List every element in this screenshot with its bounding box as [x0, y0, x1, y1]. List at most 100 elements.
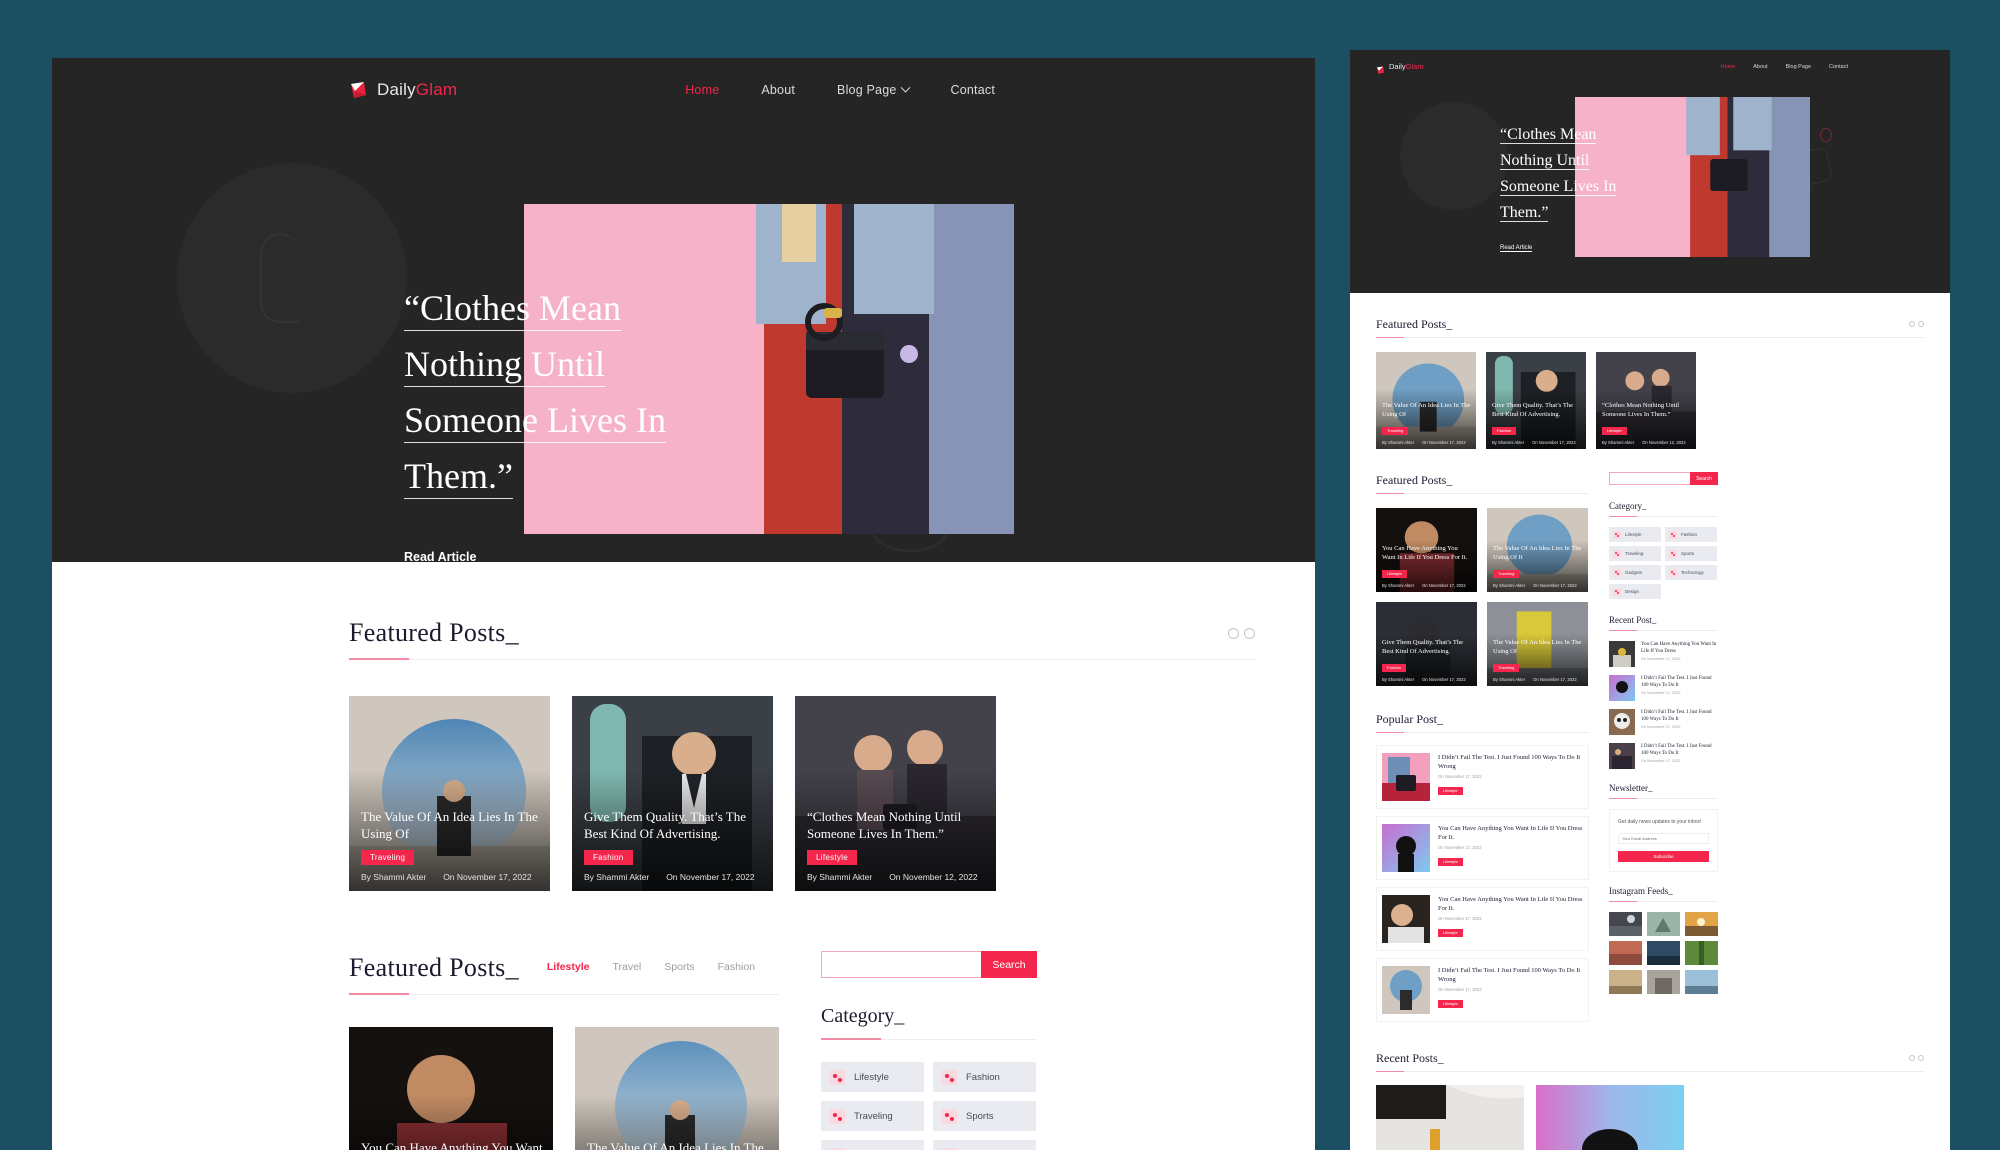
- instagram-thumb[interactable]: [1609, 941, 1642, 965]
- post-card[interactable]: The Value Of An Idea Lies In The Using O…: [349, 696, 550, 891]
- card-meta: The Value Of An Idea Lies In The Using O…: [361, 808, 540, 882]
- mini-recent-post-card[interactable]: [1536, 1085, 1684, 1150]
- mini-popular-post-item[interactable]: I Didn’t Fail The Test. I Just Found 100…: [1376, 958, 1589, 1022]
- post-card[interactable]: “Clothes Mean Nothing Until Someone Live…: [795, 696, 996, 891]
- mini-category-item-sports[interactable]: Sports: [1665, 546, 1717, 561]
- nav-item-contact[interactable]: Contact: [951, 83, 995, 97]
- mini-card-tag[interactable]: Lifestyle: [1382, 569, 1407, 578]
- mini-recent-post-item[interactable]: You Can Have Anything You Want In Life I…: [1609, 641, 1718, 667]
- instagram-thumb[interactable]: [1647, 941, 1680, 965]
- nav-item-about[interactable]: About: [761, 83, 795, 97]
- mini-slider-next-icon[interactable]: [1918, 321, 1924, 327]
- nav-item-blog-page[interactable]: Blog Page: [837, 82, 910, 97]
- mini-nav-item-home[interactable]: Home: [1721, 64, 1736, 70]
- mini-brand-logo[interactable]: DailyGlam: [1376, 62, 1424, 75]
- mini-category-item-technology[interactable]: Technology: [1665, 565, 1717, 580]
- mini-search-input[interactable]: [1609, 472, 1690, 485]
- mini-slider-arrows[interactable]: [1909, 321, 1924, 327]
- slider-prev-icon[interactable]: [1228, 628, 1239, 639]
- mini-slider-prev-icon[interactable]: [1909, 321, 1915, 327]
- mini-card-tag[interactable]: Lifestyle: [1602, 426, 1627, 435]
- mini-post-tag[interactable]: Lifestyle: [1438, 786, 1463, 795]
- mini-post-card[interactable]: You Can Have Anything You Want In Life I…: [1376, 508, 1477, 592]
- mini-post-body: You Can Have Anything You Want In Life I…: [1438, 895, 1583, 939]
- instagram-thumb[interactable]: [1685, 912, 1718, 936]
- mini-recent-post-item[interactable]: I Didn’t Fail The Test. I Just Found 100…: [1609, 743, 1718, 769]
- post-card[interactable]: You Can Have Anything You Want In Life I…: [349, 1027, 553, 1150]
- filter-sports[interactable]: Sports: [664, 961, 694, 973]
- mini-card-author: By Shammi Akter: [1492, 440, 1525, 445]
- mini-nav-item-about[interactable]: About: [1753, 64, 1767, 70]
- category-item-traveling[interactable]: Traveling: [821, 1101, 924, 1131]
- mini-card-tag[interactable]: Traveling: [1493, 569, 1520, 578]
- mini-category-item-lifestyle[interactable]: Lifestyle: [1609, 527, 1661, 542]
- category-item-sports[interactable]: Sports: [933, 1101, 1036, 1131]
- mini-post-card[interactable]: The Value Of An Idea Lies In The Using O…: [1487, 508, 1588, 592]
- brand-logo[interactable]: DailyGlam: [349, 80, 457, 100]
- mini-nav-item-blog-page[interactable]: Blog Page: [1786, 64, 1811, 70]
- mini-category-item-fashion[interactable]: Fashion: [1665, 527, 1717, 542]
- post-card[interactable]: Give Them Quality. That’s The Best Kind …: [572, 696, 773, 891]
- mini-post-card[interactable]: Give Them Quality. That’s The Best Kind …: [1486, 352, 1586, 449]
- mini-post-tag[interactable]: Lifestyle: [1438, 928, 1463, 937]
- mini-card-tag[interactable]: Traveling: [1382, 426, 1409, 435]
- mini-recent-post-item[interactable]: I Didn’t Fail The Test. I Just Found 100…: [1609, 675, 1718, 701]
- card-tag[interactable]: Fashion: [584, 850, 633, 865]
- mini-card-tag[interactable]: Traveling: [1493, 663, 1520, 672]
- mini-category-item-design[interactable]: Design: [1609, 584, 1661, 599]
- mini-popular-post-item[interactable]: You Can Have Anything You Want In Life I…: [1376, 816, 1589, 880]
- nav-item-home[interactable]: Home: [685, 83, 719, 97]
- slider-arrows[interactable]: [1228, 628, 1255, 639]
- instagram-thumb[interactable]: [1685, 941, 1718, 965]
- mini-recent-post-card[interactable]: [1376, 1085, 1524, 1150]
- instagram-thumb[interactable]: [1609, 970, 1642, 994]
- category-label: Sports: [966, 1110, 994, 1122]
- category-item-gadgets[interactable]: Gadgets: [821, 1140, 924, 1150]
- slider-next-icon[interactable]: [1244, 628, 1255, 639]
- mini-card-tag[interactable]: Fashion: [1382, 663, 1407, 672]
- card-tag[interactable]: Lifestyle: [807, 850, 858, 865]
- mini-post-tag[interactable]: Lifestyle: [1438, 999, 1463, 1008]
- category-item-fashion[interactable]: Fashion: [933, 1062, 1036, 1092]
- mini-recent-body: You Can Have Anything You Want In Life I…: [1641, 641, 1718, 661]
- search-button[interactable]: Search: [981, 951, 1037, 978]
- category-item-lifestyle[interactable]: Lifestyle: [821, 1062, 924, 1092]
- mini-post-card[interactable]: The Value Of An Idea Lies In The Using O…: [1487, 602, 1588, 686]
- filter-lifestyle[interactable]: Lifestyle: [547, 961, 590, 973]
- instagram-thumb[interactable]: [1647, 970, 1680, 994]
- mini-read-article-link[interactable]: Read Article: [1500, 245, 1533, 252]
- mini-card-tag[interactable]: Fashion: [1492, 426, 1517, 435]
- mini-card-title: The Value Of An Idea Lies In The Using O…: [1382, 402, 1471, 418]
- instagram-thumb[interactable]: [1609, 912, 1642, 936]
- search-input[interactable]: [821, 951, 981, 978]
- mini-recent-body: I Didn’t Fail The Test. I Just Found 100…: [1641, 743, 1718, 763]
- card-title: You Can Have Anything You Want In Life I…: [361, 1140, 543, 1150]
- mini-recent-posts-arrows[interactable]: [1909, 1055, 1924, 1061]
- mini-card-title: The Value Of An Idea Lies In The Using O…: [1493, 545, 1582, 561]
- category-icon: [1613, 568, 1621, 577]
- mini-recent-post-item[interactable]: I Didn’t Fail The Test. I Just Found 100…: [1609, 709, 1718, 735]
- mini-post-card[interactable]: “Clothes Mean Nothing Until Someone Live…: [1596, 352, 1696, 449]
- mini-popular-post-item[interactable]: I Didn’t Fail The Test. I Just Found 100…: [1376, 745, 1589, 809]
- mini-newsletter-email-input[interactable]: [1618, 833, 1709, 844]
- mini-popular-post-item[interactable]: You Can Have Anything You Want In Life I…: [1376, 887, 1589, 951]
- mini-recent-thumbnail: [1609, 675, 1635, 701]
- mini-nav-item-contact[interactable]: Contact: [1829, 64, 1848, 70]
- mini-post-card[interactable]: Give Them Quality. That’s The Best Kind …: [1376, 602, 1477, 686]
- instagram-thumb[interactable]: [1647, 912, 1680, 936]
- mini-search-button[interactable]: Search: [1690, 472, 1718, 485]
- mini-category-item-traveling[interactable]: Traveling: [1609, 546, 1661, 561]
- mini-recent-next-icon[interactable]: [1918, 1055, 1924, 1061]
- read-article-link[interactable]: Read Article: [404, 550, 476, 562]
- post-card[interactable]: The Value Of An Idea Lies In The Using O…: [575, 1027, 779, 1150]
- category-item-technology[interactable]: Technology: [933, 1140, 1036, 1150]
- mini-newsletter-subscribe-button[interactable]: Subscribe: [1618, 851, 1709, 862]
- filter-travel[interactable]: Travel: [612, 961, 641, 973]
- mini-category-item-gadgets[interactable]: Gadgets: [1609, 565, 1661, 580]
- mini-post-card[interactable]: The Value Of An Idea Lies In The Using O…: [1376, 352, 1476, 449]
- mini-recent-prev-icon[interactable]: [1909, 1055, 1915, 1061]
- mini-post-tag[interactable]: Lifestyle: [1438, 857, 1463, 866]
- filter-fashion[interactable]: Fashion: [718, 961, 755, 973]
- card-tag[interactable]: Traveling: [361, 850, 415, 865]
- instagram-thumb[interactable]: [1685, 970, 1718, 994]
